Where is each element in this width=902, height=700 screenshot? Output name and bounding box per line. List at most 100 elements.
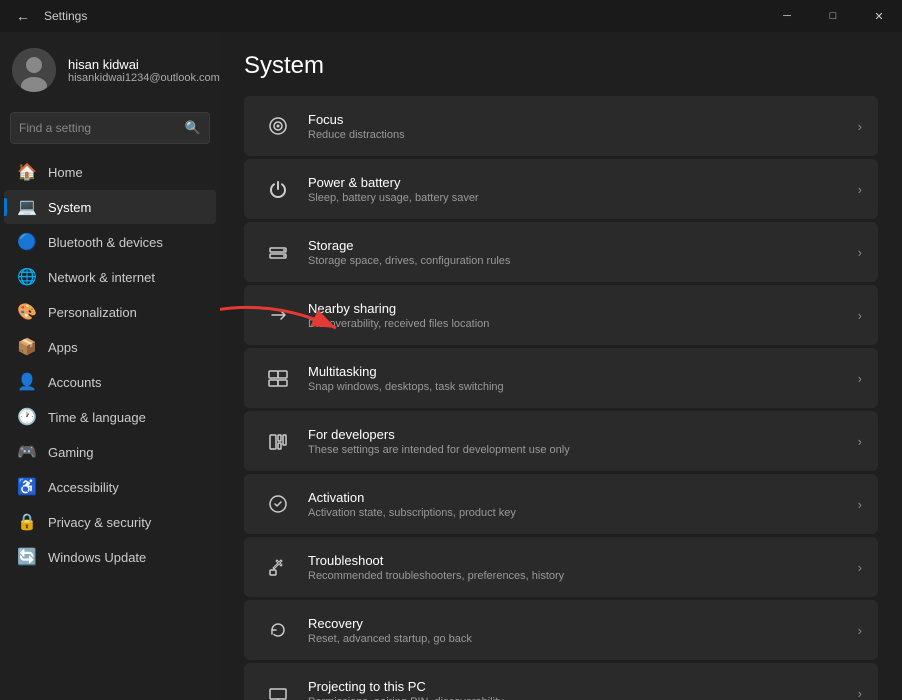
sidebar: hisan kidwai hisankidwai1234@outlook.com… (0, 32, 220, 700)
settings-item-focus[interactable]: Focus Reduce distractions › (244, 96, 878, 156)
titlebar-left: ← Settings (12, 8, 87, 24)
developers-icon (260, 423, 296, 459)
back-button[interactable]: ← (12, 8, 34, 24)
power-desc: Sleep, battery usage, battery saver (308, 192, 846, 204)
settings-item-multitasking[interactable]: Multitasking Snap windows, desktops, tas… (244, 348, 878, 408)
sidebar-item-privacy[interactable]: 🔒 Privacy & security (4, 505, 216, 539)
system-label: System (48, 200, 91, 215)
multitasking-desc: Snap windows, desktops, task switching (308, 381, 846, 393)
user-name: hisan kidwai (68, 57, 220, 72)
bluetooth-icon: 🔵 (18, 233, 36, 251)
storage-icon (260, 234, 296, 270)
maximize-button[interactable]: □ (810, 0, 856, 32)
personalization-label: Personalization (48, 305, 137, 320)
privacy-icon: 🔒 (18, 513, 36, 531)
system-icon: 💻 (18, 198, 36, 216)
home-label: Home (48, 165, 83, 180)
content-wrapper: System Focus Reduce distractions › (244, 52, 878, 700)
time-icon: 🕐 (18, 408, 36, 426)
bluetooth-label: Bluetooth & devices (48, 235, 163, 250)
sidebar-item-home[interactable]: 🏠 Home (4, 155, 216, 189)
projecting-chevron: › (858, 686, 862, 700)
storage-text: Storage Storage space, drives, configura… (296, 238, 858, 267)
sidebar-item-network[interactable]: 🌐 Network & internet (4, 260, 216, 294)
settings-item-storage[interactable]: Storage Storage space, drives, configura… (244, 222, 878, 282)
developers-text: For developers These settings are intend… (296, 427, 858, 456)
troubleshoot-chevron: › (858, 560, 862, 575)
nearby-text: Nearby sharing Discoverability, received… (296, 301, 858, 330)
titlebar: ← Settings ─ □ ✕ (0, 0, 902, 32)
power-title: Power & battery (308, 175, 846, 190)
focus-text: Focus Reduce distractions (296, 112, 858, 141)
nearby-chevron: › (858, 308, 862, 323)
projecting-text: Projecting to this PC Permissions, pairi… (296, 679, 858, 700)
apps-icon: 📦 (18, 338, 36, 356)
projecting-desc: Permissions, pairing PIN, discoverabilit… (308, 696, 846, 700)
multitasking-title: Multitasking (308, 364, 846, 379)
search-box[interactable]: 🔍 (10, 112, 210, 144)
privacy-label: Privacy & security (48, 515, 151, 530)
settings-item-power[interactable]: Power & battery Sleep, battery usage, ba… (244, 159, 878, 219)
sidebar-item-apps[interactable]: 📦 Apps (4, 330, 216, 364)
titlebar-controls: ─ □ ✕ (764, 0, 902, 32)
projecting-title: Projecting to this PC (308, 679, 846, 694)
nearby-title: Nearby sharing (308, 301, 846, 316)
storage-chevron: › (858, 245, 862, 260)
nearby-desc: Discoverability, received files location (308, 318, 846, 330)
recovery-icon (260, 612, 296, 648)
titlebar-title: Settings (44, 9, 87, 23)
settings-item-nearby[interactable]: Nearby sharing Discoverability, received… (244, 285, 878, 345)
recovery-chevron: › (858, 623, 862, 638)
developers-chevron: › (858, 434, 862, 449)
focus-title: Focus (308, 112, 846, 127)
accounts-icon: 👤 (18, 373, 36, 391)
user-profile[interactable]: hisan kidwai hisankidwai1234@outlook.com (0, 32, 220, 108)
main-content: System Focus Reduce distractions › (220, 32, 902, 700)
activation-text: Activation Activation state, subscriptio… (296, 490, 858, 519)
apps-label: Apps (48, 340, 78, 355)
activation-desc: Activation state, subscriptions, product… (308, 507, 846, 519)
troubleshoot-desc: Recommended troubleshooters, preferences… (308, 570, 846, 582)
troubleshoot-text: Troubleshoot Recommended troubleshooters… (296, 553, 858, 582)
sidebar-item-bluetooth[interactable]: 🔵 Bluetooth & devices (4, 225, 216, 259)
activation-title: Activation (308, 490, 846, 505)
storage-desc: Storage space, drives, configuration rul… (308, 255, 846, 267)
sidebar-item-accounts[interactable]: 👤 Accounts (4, 365, 216, 399)
recovery-title: Recovery (308, 616, 846, 631)
recovery-text: Recovery Reset, advanced startup, go bac… (296, 616, 858, 645)
settings-item-projecting[interactable]: Projecting to this PC Permissions, pairi… (244, 663, 878, 700)
recovery-desc: Reset, advanced startup, go back (308, 633, 846, 645)
settings-item-developers[interactable]: For developers These settings are intend… (244, 411, 878, 471)
sidebar-item-accessibility[interactable]: ♿ Accessibility (4, 470, 216, 504)
time-label: Time & language (48, 410, 146, 425)
accounts-label: Accounts (48, 375, 101, 390)
settings-item-activation[interactable]: Activation Activation state, subscriptio… (244, 474, 878, 534)
minimize-button[interactable]: ─ (764, 0, 810, 32)
app-body: hisan kidwai hisankidwai1234@outlook.com… (0, 32, 902, 700)
developers-title: For developers (308, 427, 846, 442)
sidebar-item-personalization[interactable]: 🎨 Personalization (4, 295, 216, 329)
nav-list: 🏠 Home 💻 System 🔵 Bluetooth & devices 🌐 … (0, 154, 220, 575)
sidebar-item-time[interactable]: 🕐 Time & language (4, 400, 216, 434)
power-icon (260, 171, 296, 207)
close-button[interactable]: ✕ (856, 0, 902, 32)
gaming-icon: 🎮 (18, 443, 36, 461)
accessibility-icon: ♿ (18, 478, 36, 496)
network-icon: 🌐 (18, 268, 36, 286)
update-icon: 🔄 (18, 548, 36, 566)
settings-item-recovery[interactable]: Recovery Reset, advanced startup, go bac… (244, 600, 878, 660)
sidebar-item-gaming[interactable]: 🎮 Gaming (4, 435, 216, 469)
sidebar-item-update[interactable]: 🔄 Windows Update (4, 540, 216, 574)
activation-icon (260, 486, 296, 522)
update-label: Windows Update (48, 550, 146, 565)
personalization-icon: 🎨 (18, 303, 36, 321)
sidebar-item-system[interactable]: 💻 System (4, 190, 216, 224)
developers-desc: These settings are intended for developm… (308, 444, 846, 456)
search-input[interactable] (19, 121, 185, 135)
focus-icon (260, 108, 296, 144)
user-info: hisan kidwai hisankidwai1234@outlook.com (68, 57, 220, 84)
multitasking-text: Multitasking Snap windows, desktops, tas… (296, 364, 858, 393)
network-label: Network & internet (48, 270, 155, 285)
multitasking-icon (260, 360, 296, 396)
settings-item-troubleshoot[interactable]: Troubleshoot Recommended troubleshooters… (244, 537, 878, 597)
